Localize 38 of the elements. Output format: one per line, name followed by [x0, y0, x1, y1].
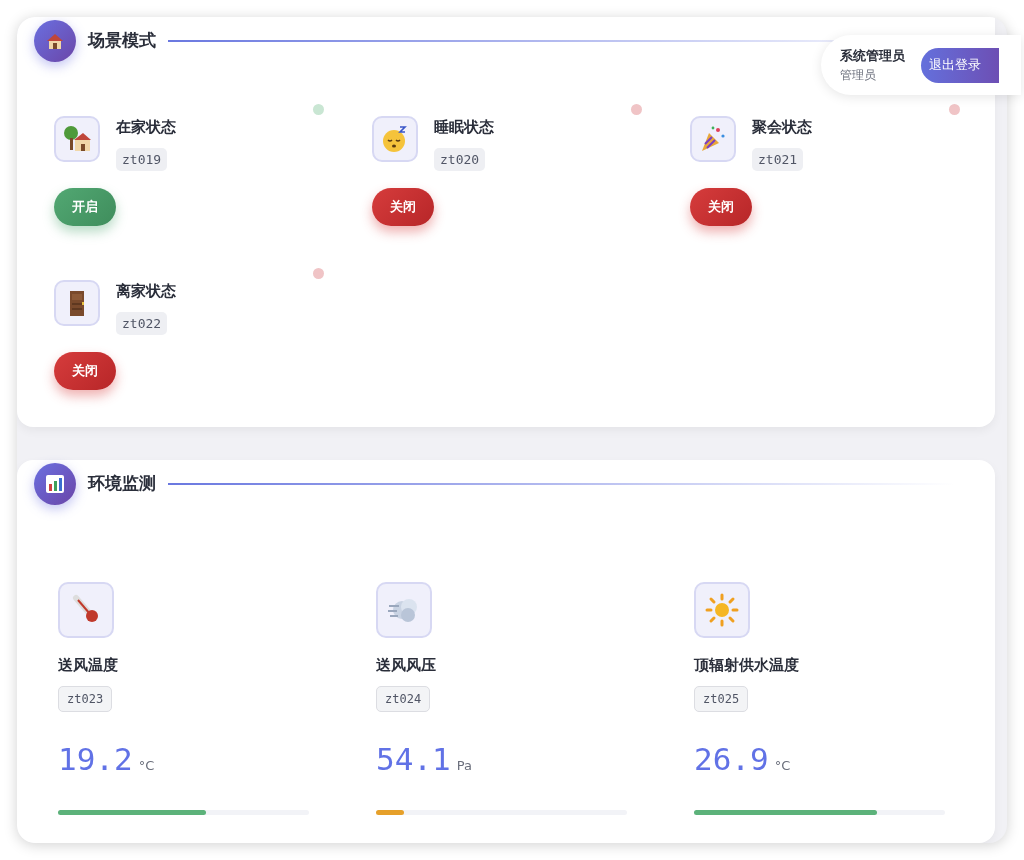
scene-name: 离家状态: [116, 281, 176, 302]
scene-code: zt021: [752, 147, 804, 171]
scene-name: 睡眠状态: [434, 117, 494, 138]
sensor-name: 送风温度: [58, 655, 119, 676]
user-name: 系统管理员: [840, 47, 905, 66]
toggle-button[interactable]: 关闭: [690, 188, 752, 226]
sensor-value: 19.2: [58, 739, 133, 779]
sensor-code: zt024: [376, 685, 431, 712]
toggle-button[interactable]: 关闭: [54, 352, 116, 390]
scene-name: 聚会状态: [752, 117, 812, 138]
party-popper-icon: [690, 116, 736, 162]
scene-code: zt019: [116, 147, 168, 171]
unit-label: °C: [138, 756, 155, 775]
toggle-button[interactable]: 开启: [54, 188, 116, 226]
sensor-name: 送风风压: [376, 655, 437, 676]
toggle-button[interactable]: 关闭: [372, 188, 434, 226]
scene-code: zt022: [116, 311, 168, 335]
scene-code: zt020: [434, 147, 486, 171]
section-title: 环境监测: [88, 472, 156, 496]
door-icon: [54, 280, 100, 326]
thermometer-icon: [58, 582, 114, 638]
sensor-name: 顶辐射供水温度: [694, 655, 800, 676]
sensor-code: zt023: [58, 685, 113, 712]
wind-cloud-icon: [376, 582, 432, 638]
house-icon: [54, 116, 100, 162]
sensor-code: zt025: [694, 685, 749, 712]
sensor-value: 26.9: [694, 739, 769, 779]
sleeping-face-icon: [372, 116, 418, 162]
unit-label: Pa: [456, 756, 472, 775]
sensor-value: 54.1: [376, 739, 451, 779]
scene-name: 在家状态: [116, 117, 176, 138]
unit-label: °C: [774, 756, 791, 775]
section-title: 场景模式: [88, 29, 156, 53]
bar-chart-icon: [34, 463, 76, 505]
user-role: 管理员: [840, 66, 877, 84]
house-icon: [34, 20, 76, 62]
sun-icon: [694, 582, 750, 638]
logout-button[interactable]: 退出登录: [921, 47, 999, 83]
